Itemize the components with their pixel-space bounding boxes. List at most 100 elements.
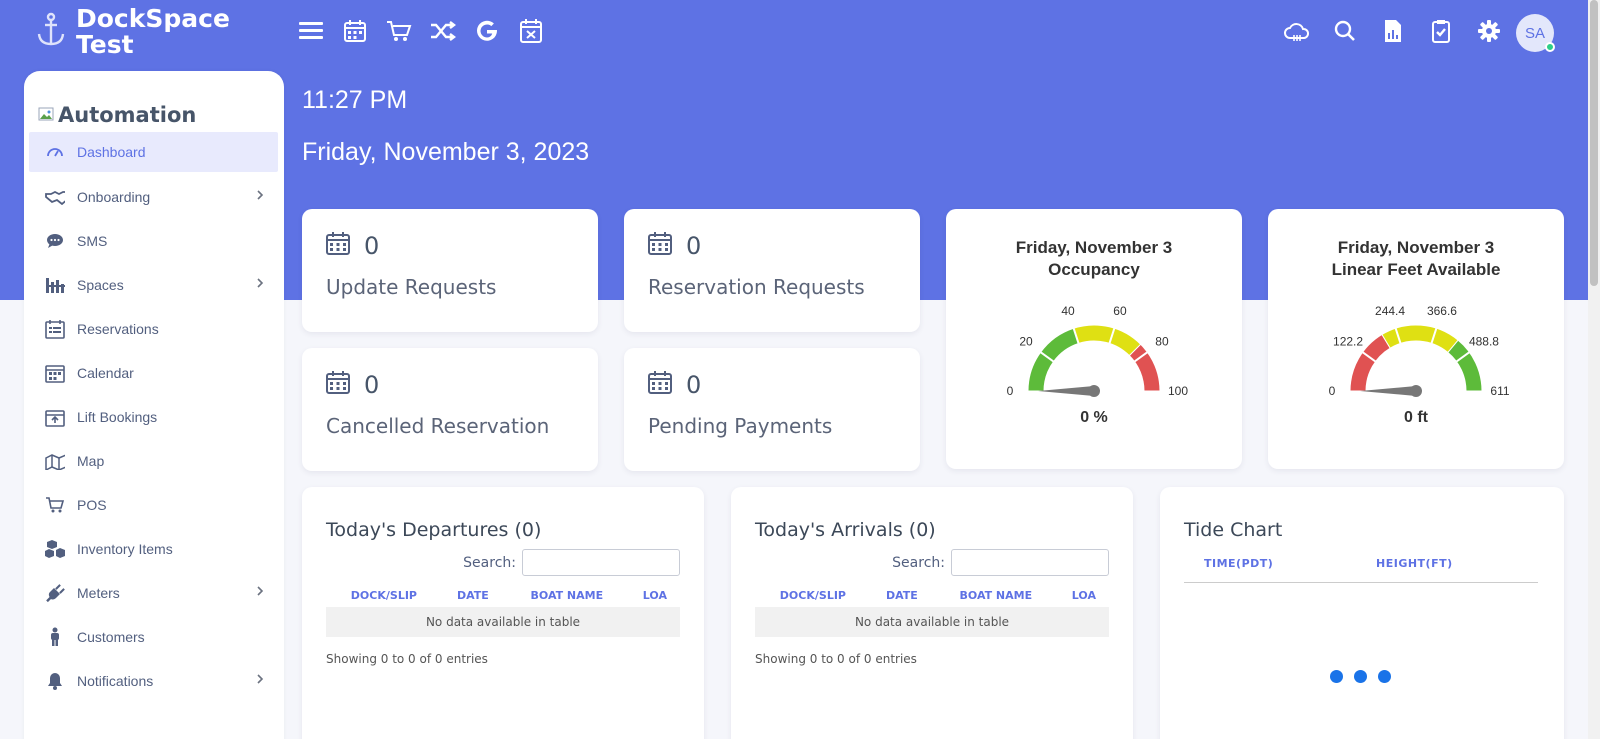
page-scrollbar[interactable] [1588,0,1600,739]
map-icon [45,451,65,471]
plug-icon [45,583,65,603]
column-header-loa[interactable]: LOA [1059,583,1109,607]
arrivals-search: Search: [892,549,1109,576]
sidebar-item-label: Map [77,453,105,469]
sidebar-item-map[interactable]: Map [24,439,284,483]
avatar-initials: SA [1524,24,1545,42]
gauge-linear-feet: 0 122.2 244.4 366.6 488.8 611 0 ft [1329,304,1510,426]
shuffle-icon[interactable] [430,18,456,44]
stat-value: 0 [686,232,702,260]
stat-card-cancelled-reservation[interactable]: 0 Cancelled Reservation [302,348,598,471]
stat-card-update-requests[interactable]: 0 Update Requests [302,209,598,332]
sidebar-item-label: Customers [77,629,145,645]
chevron-right-icon [256,584,264,600]
handshake-icon [45,187,65,207]
calendar-icon [326,231,350,261]
sidebar-item-spaces[interactable]: Spaces [24,263,284,307]
calendar-icon [326,370,350,400]
gauge-band [1381,324,1459,354]
scrollbar-thumb[interactable] [1590,0,1598,286]
stat-value: 0 [364,371,380,399]
column-header-loa[interactable]: LOA [630,583,680,607]
column-header-date[interactable]: DATE [871,583,933,607]
sidebar-item-meters[interactable]: Meters [24,571,284,615]
brand-name: DockSpace Test [76,4,230,59]
sidebar-item-sms[interactable]: SMS [24,219,284,263]
avatar[interactable]: SA [1516,14,1555,52]
gauge-title-line1: Friday, November 3 [1015,238,1173,257]
gauge-tick-label: 611 [1490,384,1509,398]
stat-label: Pending Payments [648,414,833,438]
column-header-boat-name[interactable]: BOAT NAME [933,583,1059,607]
chevron-right-icon [256,188,264,204]
current-time: 11:27 PM [302,86,408,114]
arrivals-title: Today's Arrivals (0) [755,519,936,541]
stat-value-row: 0 [648,231,701,261]
gauge-title: Friday, November 3 Linear Feet Available [1268,237,1564,281]
current-date: Friday, November 3, 2023 [302,138,590,166]
calendar-x-icon[interactable] [518,18,544,44]
gear-icon[interactable] [1476,18,1502,44]
boxes-icon [45,539,65,559]
google-icon[interactable] [474,18,500,44]
chevron-right-icon [256,672,264,688]
gauge-band [1072,324,1142,357]
table-row: No data available in table [755,607,1109,637]
gauge-tick-label: 122.2 [1333,335,1363,349]
sidebar-item-label: Onboarding [77,189,151,205]
sidebar-item-label: Inventory Items [77,541,173,557]
sidebar-item-lift-bookings[interactable]: Lift Bookings [24,395,284,439]
menu-icon[interactable] [298,18,324,44]
sidebar-item-reservations[interactable]: Reservations [24,307,284,351]
sidebar-item-onboarding[interactable]: Onboarding [24,175,284,219]
cart-icon[interactable] [386,18,412,44]
cloud-icon[interactable] [1284,18,1310,44]
clipboard-check-icon[interactable] [1428,18,1454,44]
departures-title: Today's Departures (0) [326,519,542,541]
tide-chart-panel: Tide Chart TIME(PDT) HEIGHT(FT) [1160,487,1564,739]
gauge-title: Friday, November 3 Occupancy [946,237,1242,281]
sidebar: Automation Dashboard Onboarding SMS Spac… [24,71,284,739]
column-header-dock-slip[interactable]: DOCK/SLIP [326,583,442,607]
sidebar-item-dashboard[interactable]: Dashboard [29,132,278,172]
departures-entries-info: Showing 0 to 0 of 0 entries [326,652,488,666]
departures-search-input[interactable] [522,549,680,576]
gauge-card-linear-feet: Friday, November 3 Linear Feet Available… [1268,209,1564,469]
table-row: No data available in table [326,607,680,637]
column-header-time: TIME(PDT) [1204,557,1274,570]
gauge-title-line2: Occupancy [1048,260,1140,279]
sidebar-item-pos[interactable]: POS [24,483,284,527]
column-header-height: HEIGHT(FT) [1376,557,1453,570]
gauge-band [1128,343,1161,392]
empty-table-message: No data available in table [755,607,1109,637]
loading-dot [1354,670,1367,683]
sidebar-item-label: Meters [77,585,120,601]
gauge-pivot [1088,385,1100,397]
sidebar-item-inventory-items[interactable]: Inventory Items [24,527,284,571]
sidebar-item-label: Notifications [77,673,154,689]
column-header-dock-slip[interactable]: DOCK/SLIP [755,583,871,607]
brand[interactable]: DockSpace Test [36,6,246,58]
calendar-icon[interactable] [342,18,368,44]
gauge-tick-label: 40 [1061,304,1075,318]
gauge-tick-label: 488.8 [1469,335,1499,349]
sidebar-item-label: Spaces [77,277,124,293]
stat-card-reservation-requests[interactable]: 0 Reservation Requests [624,209,920,332]
stat-label: Update Requests [326,275,497,299]
calendar-icon [648,231,672,261]
file-chart-icon[interactable] [1380,18,1406,44]
search-icon[interactable] [1332,18,1358,44]
stat-value-row: 0 [326,231,379,261]
arrivals-search-input[interactable] [951,549,1109,576]
sidebar-item-calendar[interactable]: Calendar [24,351,284,395]
tide-table-header: TIME(PDT) HEIGHT(FT) [1184,557,1538,583]
column-header-date[interactable]: DATE [442,583,504,607]
gauge-tick-label: 244.4 [1375,304,1405,318]
sidebar-item-customers[interactable]: Customers [24,615,284,659]
column-header-boat-name[interactable]: BOAT NAME [504,583,630,607]
reservations-icon [45,319,65,339]
sidebar-item-notifications[interactable]: Notifications [24,659,284,703]
stat-card-pending-payments[interactable]: 0 Pending Payments [624,348,920,471]
sidebar-item-label: Lift Bookings [77,409,158,425]
bell-icon [45,671,65,691]
